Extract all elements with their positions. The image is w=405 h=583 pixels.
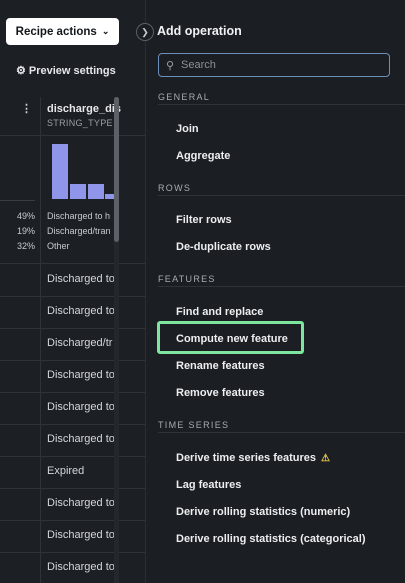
operation-item[interactable]: Derive rolling statistics (categorical) bbox=[176, 533, 366, 545]
table-cell: Discharged to bbox=[47, 497, 115, 509]
operation-item[interactable]: Aggregate bbox=[176, 150, 230, 162]
table-row[interactable]: Discharged to bbox=[0, 552, 145, 583]
histogram-bar bbox=[52, 144, 68, 199]
column-name: discharge_dis bbox=[47, 103, 121, 115]
table-cell: Discharged to bbox=[47, 305, 115, 317]
operation-item[interactable]: Lag features bbox=[176, 479, 241, 491]
section-divider bbox=[158, 195, 405, 196]
histogram-baseline bbox=[0, 200, 35, 201]
operation-item[interactable]: Derive time series features ⚠ bbox=[176, 452, 330, 464]
table-row[interactable]: Discharged to bbox=[0, 392, 145, 425]
section-heading: GENERAL bbox=[158, 92, 211, 102]
operation-item[interactable]: Rename features bbox=[176, 360, 265, 372]
table-cell: Discharged to bbox=[47, 433, 115, 445]
table-cell: Discharged to bbox=[47, 273, 115, 285]
histogram-bar bbox=[70, 184, 86, 199]
histogram-pct: 19% bbox=[16, 226, 35, 236]
table-row[interactable]: Discharged to bbox=[0, 360, 145, 393]
section-heading: FEATURES bbox=[158, 274, 216, 284]
recipe-actions-button[interactable]: Recipe actions ⌄ bbox=[6, 18, 119, 45]
operation-item[interactable]: Join bbox=[176, 123, 199, 135]
table-cell: Discharged to bbox=[47, 529, 115, 541]
histogram-category: Discharged to h bbox=[47, 211, 111, 221]
operation-label: Remove features bbox=[176, 387, 265, 399]
recipe-panel: Recipe actions ⌄ ⚙ Preview settings ⋮ di… bbox=[0, 0, 145, 583]
operation-item[interactable]: Filter rows bbox=[176, 214, 232, 226]
histogram-bar bbox=[88, 184, 104, 199]
table-cell: Discharged to bbox=[47, 369, 115, 381]
section-heading: ROWS bbox=[158, 183, 192, 193]
table-cell: Expired bbox=[47, 465, 85, 477]
operation-label: Find and replace bbox=[176, 306, 264, 318]
histogram-category: Discharged/tran bbox=[47, 226, 111, 236]
table-cell: Discharged to bbox=[47, 561, 115, 573]
section-divider bbox=[158, 286, 405, 287]
table-cell: Discharged/tr bbox=[47, 337, 113, 349]
operation-item[interactable]: Find and replace bbox=[176, 306, 263, 318]
operation-label: De-duplicate rows bbox=[176, 241, 271, 253]
panel-title: Add operation bbox=[157, 24, 242, 38]
histogram-pct: 49% bbox=[16, 211, 35, 221]
operation-label: Lag features bbox=[176, 479, 242, 491]
chevron-down-icon: ⌄ bbox=[101, 26, 110, 36]
operation-label: Aggregate bbox=[176, 150, 231, 162]
scrollbar-thumb[interactable] bbox=[114, 97, 119, 242]
table-row[interactable]: Discharged to bbox=[0, 424, 145, 457]
column-histogram: 49% Discharged to h 19% Discharged/tran … bbox=[0, 135, 145, 264]
operation-label: Rename features bbox=[176, 360, 265, 372]
table-cell: Discharged to bbox=[47, 401, 115, 413]
histogram-pct: 32% bbox=[16, 241, 35, 251]
operation-label: Filter rows bbox=[176, 214, 232, 226]
operation-label: Join bbox=[176, 123, 199, 135]
preview-settings-button[interactable]: ⚙ Preview settings bbox=[16, 64, 116, 78]
table-row[interactable]: Discharged to bbox=[0, 520, 145, 553]
operation-item[interactable]: De-duplicate rows bbox=[176, 241, 271, 253]
column-header[interactable]: ⋮ discharge_dis STRING_TYPE bbox=[0, 97, 145, 136]
recipe-actions-label: Recipe actions bbox=[15, 25, 97, 38]
table-row[interactable]: Discharged to bbox=[0, 264, 145, 297]
section-divider bbox=[158, 432, 405, 433]
data-grid: ⋮ discharge_dis STRING_TYPE 49% Discharg… bbox=[0, 97, 145, 583]
operation-label: Derive time series features bbox=[176, 452, 317, 464]
operation-label: Derive rolling statistics (categorical) bbox=[176, 533, 366, 545]
table-row[interactable]: Expired bbox=[0, 456, 145, 489]
highlight-box bbox=[157, 321, 304, 354]
add-operation-panel: Add operation ⚲ GENERAL Join Aggregate ROWS… bbox=[145, 0, 405, 583]
operation-item[interactable]: Derive rolling statistics (numeric) bbox=[176, 506, 350, 518]
section-divider bbox=[158, 104, 405, 105]
chevron-right-icon[interactable]: ❯ bbox=[136, 23, 154, 41]
table-row[interactable]: Discharged/tr bbox=[0, 328, 145, 361]
column-type: STRING_TYPE bbox=[47, 118, 113, 128]
operation-item[interactable]: Remove features bbox=[176, 387, 265, 399]
operation-label: Derive rolling statistics (numeric) bbox=[176, 506, 351, 518]
more-options-icon[interactable]: ⋮ bbox=[21, 102, 32, 115]
warning-icon: ⚠ bbox=[321, 453, 330, 464]
preview-settings-label: Preview settings bbox=[28, 64, 116, 77]
table-row[interactable]: Discharged to bbox=[0, 488, 145, 521]
table-row[interactable]: Discharged to bbox=[0, 296, 145, 329]
histogram-category: Other bbox=[47, 241, 70, 251]
search-field[interactable]: ⚲ bbox=[158, 53, 390, 77]
section-heading: TIME SERIES bbox=[158, 420, 230, 430]
table-scrollbar[interactable] bbox=[114, 97, 119, 583]
search-input[interactable] bbox=[181, 59, 381, 71]
gear-icon: ⚙ bbox=[16, 65, 26, 77]
search-icon: ⚲ bbox=[165, 59, 175, 72]
